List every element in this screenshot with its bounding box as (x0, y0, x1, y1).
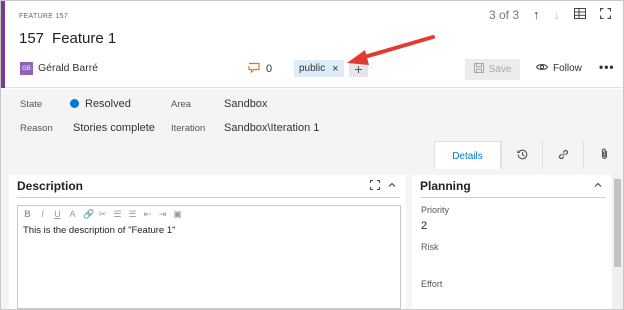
reason-field[interactable]: Stories complete (73, 122, 155, 134)
unlink-icon[interactable]: ✂ (98, 209, 107, 220)
planning-title: Planning (420, 179, 471, 193)
annotation-arrow (347, 35, 435, 65)
work-item-form: FEATURE 157 157 Feature 1 3 of 3 ↑ ↓ GB … (0, 0, 624, 310)
description-editor[interactable]: B I U A 🔗 ✂ ☰ ☰ ⇤ ⇥ ▣ This is the descri… (17, 205, 401, 309)
save-button[interactable]: Save (465, 59, 520, 80)
follow-label: Follow (553, 63, 582, 74)
fullscreen-icon[interactable] (599, 7, 612, 22)
item-navigation: 3 of 3 ↑ ↓ (488, 7, 612, 22)
scrollbar-thumb[interactable] (614, 179, 621, 267)
link-insert-icon[interactable]: 🔗 (83, 209, 94, 220)
state-dot-icon (70, 99, 79, 108)
next-item-icon[interactable]: ↓ (554, 7, 561, 22)
description-controls (369, 179, 396, 193)
work-item-type-accent (1, 1, 5, 88)
grid-view-icon[interactable] (574, 7, 586, 22)
attachment-icon (600, 148, 609, 163)
increase-indent-icon[interactable]: ⇥ (158, 209, 167, 220)
risk-label: Risk (421, 242, 439, 252)
save-label: Save (488, 64, 512, 75)
follow-button[interactable]: Follow (535, 63, 582, 74)
state-value: Resolved (85, 98, 131, 110)
planning-divider (420, 197, 606, 198)
iteration-field[interactable]: Sandbox\Iteration 1 (224, 122, 319, 134)
work-item-id: 157 (19, 30, 45, 47)
eye-icon (535, 63, 549, 74)
maximize-icon[interactable] (369, 179, 381, 193)
collapse-chevron-icon[interactable] (388, 180, 396, 193)
tab-attachments[interactable] (583, 141, 623, 170)
italic-icon[interactable]: I (38, 209, 47, 219)
iteration-label: Iteration (171, 123, 206, 134)
comment-count[interactable]: 0 (248, 62, 272, 76)
planning-collapse-chevron-icon[interactable] (594, 180, 602, 193)
state-label: State (20, 99, 43, 110)
tag-label: public (299, 63, 326, 74)
work-item-title-text[interactable]: Feature 1 (52, 30, 116, 47)
previous-item-icon[interactable]: ↑ (533, 7, 540, 22)
editor-toolbar: B I U A 🔗 ✂ ☰ ☰ ⇤ ⇥ ▣ (18, 206, 400, 222)
decrease-indent-icon[interactable]: ⇤ (143, 209, 152, 220)
author-avatar: GB (20, 62, 33, 75)
area-label: Area (171, 99, 192, 110)
effort-label: Effort (421, 279, 443, 289)
author-name[interactable]: Gérald Barré (38, 62, 98, 74)
form-tabs: Details (434, 141, 623, 170)
planning-section: Planning Priority 2 Risk Effort (412, 175, 612, 309)
position-indicator: 3 of 3 (488, 7, 519, 22)
planning-controls (594, 180, 602, 193)
form-scrollbar[interactable] (612, 175, 623, 309)
tag-public[interactable]: public × (294, 60, 344, 77)
save-icon (473, 63, 484, 76)
tag-remove-icon[interactable]: × (332, 63, 338, 75)
work-item-header: FEATURE 157 157 Feature 1 3 of 3 ↑ ↓ GB … (1, 1, 623, 88)
priority-field[interactable]: 2 (421, 220, 427, 232)
priority-label: Priority (421, 205, 450, 215)
tab-history[interactable] (501, 141, 542, 170)
description-divider (17, 197, 400, 198)
form-body: Description B I U A 🔗 ✂ ☰ ☰ ⇤ ⇥ ▣ This i… (1, 169, 623, 309)
comment-icon (248, 62, 260, 76)
tab-links[interactable] (542, 141, 583, 170)
work-item-title[interactable]: 157 Feature 1 (19, 30, 116, 47)
description-section: Description B I U A 🔗 ✂ ☰ ☰ ⇤ ⇥ ▣ This i… (9, 175, 406, 309)
highlight-icon[interactable]: A (68, 209, 77, 219)
comment-count-value: 0 (266, 63, 273, 75)
work-item-type-label: FEATURE 157 (19, 13, 69, 20)
bold-icon[interactable]: B (23, 209, 32, 219)
numbered-list-icon[interactable]: ☰ (128, 209, 137, 220)
insert-image-icon[interactable]: ▣ (173, 209, 182, 220)
history-icon (516, 149, 528, 163)
area-field[interactable]: Sandbox (224, 98, 267, 110)
description-title: Description (17, 179, 84, 193)
bullet-list-icon[interactable]: ☰ (113, 209, 122, 220)
description-text[interactable]: This is the description of "Feature 1" (18, 222, 400, 239)
more-actions-icon[interactable]: ••• (599, 60, 615, 74)
underline-icon[interactable]: U (53, 209, 62, 219)
state-field[interactable]: Resolved (70, 98, 131, 110)
link-icon (558, 149, 569, 163)
tab-details[interactable]: Details (434, 141, 501, 170)
reason-label: Reason (20, 123, 53, 134)
